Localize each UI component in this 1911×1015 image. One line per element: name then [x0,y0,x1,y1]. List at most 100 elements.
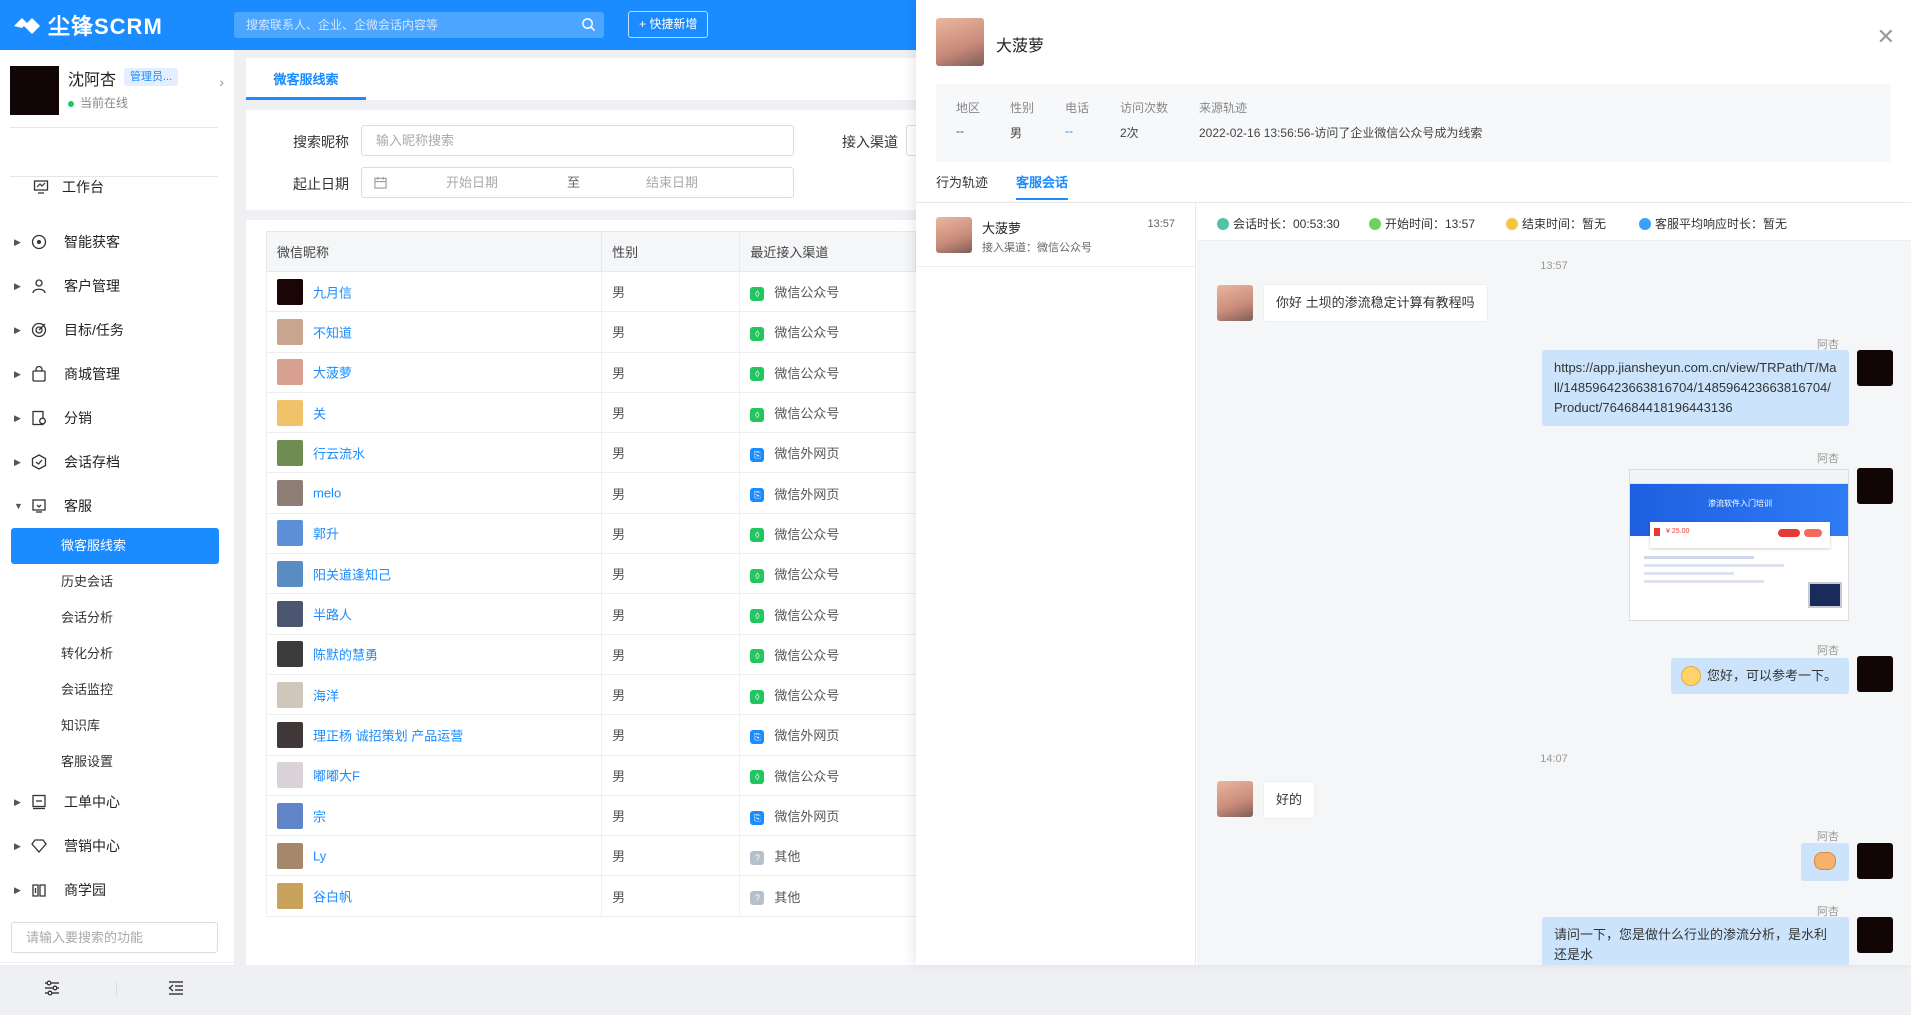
table-row[interactable]: 行云流水 男 ⎘ 微信外网页 [265,432,916,474]
tab-behavior[interactable]: 行为轨迹 [936,172,988,200]
avatar [277,399,303,426]
nickname-link[interactable]: 半路人 [313,608,352,623]
sidebar-sub-leads[interactable]: 微客服线索 [11,528,219,564]
nickname-link[interactable]: 阳关道逢知己 [313,567,391,582]
table-row[interactable]: 理正杨 诚招策划 产品运营 男 ⎘ 微信外网页 [265,714,916,756]
function-search-input[interactable]: 请输入要搜索的功能 [11,922,218,953]
message-bubble: 请问一下，您是做什么行业的渗流分析，是水利还是水 [1542,917,1849,965]
cell-nickname[interactable]: 谷白帆 [265,875,602,917]
table-row[interactable]: 关 男 ◊ 微信公众号 [265,392,916,434]
nickname-link[interactable]: 不知道 [313,325,352,340]
avatar [277,883,303,910]
sidebar-item-mall[interactable]: ▶ 商城管理 [0,352,234,396]
cell-channel: ? 其他 [739,835,916,877]
table-row[interactable]: melo 男 ⎘ 微信外网页 [265,472,916,514]
nickname-link[interactable]: 九月信 [313,285,352,300]
app-logo[interactable]: 尘锋SCRM [12,10,163,40]
cell-nickname[interactable]: 宗 [265,795,602,837]
cell-nickname[interactable]: 海洋 [265,674,602,716]
sidebar-sub-history[interactable]: 历史会话 [0,564,234,600]
table-row[interactable]: 阳关道逢知己 男 ◊ 微信公众号 [265,553,916,595]
nickname-link[interactable]: 谷白帆 [313,890,352,905]
nickname-link[interactable]: 郭升 [313,527,339,542]
date-range-picker[interactable]: 开始日期 至 结束日期 [361,167,794,198]
table-row[interactable]: 宗 男 ⎘ 微信外网页 [265,795,916,837]
tab-service-chat[interactable]: 客服会话 [1016,172,1069,200]
message-link[interactable]: https://app.jiansheyun.com.cn/view/TRPat… [1542,350,1849,426]
sidebar-item-customers[interactable]: ▶ 客户管理 [0,264,234,308]
column-header-channel[interactable]: 最近接入渠道 [739,231,916,272]
sidebar-sub-settings[interactable]: 客服设置 [0,744,234,780]
table-row[interactable]: 半路人 男 ◊ 微信公众号 [265,593,916,635]
nickname-link[interactable]: 宗 [313,809,326,824]
sidebar-item-acquire[interactable]: ▶ 智能获客 [0,220,234,264]
cell-nickname[interactable]: 行云流水 [265,432,602,474]
nickname-link[interactable]: 陈默的慧勇 [313,648,378,663]
tab-leads[interactable]: 微客服线索 [246,58,366,100]
table-row[interactable]: 九月信 男 ◊ 微信公众号 [265,271,916,313]
nickname-link[interactable]: 关 [313,406,326,421]
cell-nickname[interactable]: Ly [265,835,602,877]
close-icon[interactable]: ✕ [1877,26,1895,48]
nickname-link[interactable]: 行云流水 [313,446,365,461]
cell-nickname[interactable]: 不知道 [265,311,602,353]
sidebar-sub-monitor[interactable]: 会话监控 [0,672,234,708]
conversation-name: 大菠萝 [982,221,1022,236]
start-date-input[interactable]: 开始日期 [446,168,498,197]
avatar [1217,781,1253,817]
cell-nickname[interactable]: melo [265,472,602,514]
column-header-nickname[interactable]: 微信昵称 [265,231,603,272]
sidebar-sub-knowledge[interactable]: 知识库 [0,708,234,744]
chevron-right-icon[interactable]: › [219,74,224,90]
table-row[interactable]: 陈默的慧勇 男 ◊ 微信公众号 [265,634,916,675]
nickname-link[interactable]: 大菠萝 [313,366,352,381]
cell-nickname[interactable]: 大菠萝 [265,352,602,393]
cell-nickname[interactable]: 关 [265,392,602,434]
collapse-menu-icon[interactable] [168,980,184,996]
sliders-icon[interactable] [44,980,60,996]
table-row[interactable]: 谷白帆 男? 其他 [265,875,916,917]
table-row[interactable]: 海洋 男 ◊ 微信公众号 [265,674,916,716]
cell-nickname[interactable]: 理正杨 诚招策划 产品运营 [265,714,602,756]
nickname-link[interactable]: 嘟嘟大F [313,769,360,784]
sidebar-item-workbench[interactable]: 工作台 [0,165,234,209]
avatar [277,278,303,305]
table-row[interactable]: 大菠萝 男 ◊ 微信公众号 [265,352,916,393]
sidebar-item-goals[interactable]: ▶ 目标/任务 [0,308,234,352]
cell-nickname[interactable]: 半路人 [265,593,602,635]
nickname-link[interactable]: 理正杨 诚招策划 产品运营 [313,728,463,743]
table-row[interactable]: Ly 男? 其他 [265,835,916,877]
cell-nickname[interactable]: 嘟嘟大F [265,755,602,796]
cell-nickname[interactable]: 阳关道逢知己 [265,553,602,595]
table-row[interactable]: 郭升 男 ◊ 微信公众号 [265,513,916,555]
sidebar-item-tickets[interactable]: ▶ 工单中心 [0,780,234,824]
sidebar-item-distribution[interactable]: ▶ 分销 [0,396,234,440]
nickname-search-input[interactable]: 输入昵称搜索 [361,125,794,156]
quick-new-button[interactable]: + 快捷新增 [628,11,709,38]
sidebar-item-archive[interactable]: ▶ 会话存档 [0,440,234,484]
sidebar-sub-session-analysis[interactable]: 会话分析 [0,600,234,636]
nickname-link[interactable]: 海洋 [313,688,339,703]
nickname-link[interactable]: melo [313,486,341,501]
user-card[interactable]: 沈阿杏 管理员... 当前在线 › [10,66,224,116]
table-row[interactable]: 不知道 男 ◊ 微信公众号 [265,311,916,353]
cell-nickname[interactable]: 郭升 [265,513,602,555]
end-date-input[interactable]: 结束日期 [646,168,698,197]
sidebar-item-academy[interactable]: ▶ 商学园 [0,868,234,912]
leads-table-container: 微信昵称 性别 最近接入渠道 九月信男 ◊ 微信公众号 不知道男 ◊ 微信公众号 大菠萝男 ◊… [246,220,916,965]
table-row[interactable]: 嘟嘟大F 男 ◊ 微信公众号 [265,755,916,796]
cell-nickname[interactable]: 九月信 [265,271,602,313]
sidebar-item-marketing[interactable]: ▶ 营销中心 [0,824,234,868]
nickname-link[interactable]: Ly [313,848,326,863]
cell-channel: ◊ 微信公众号 [739,311,916,353]
sidebar-item-service[interactable]: ▼ 客服 [0,484,234,528]
cell-channel: ◊ 微信公众号 [739,634,916,675]
cell-nickname[interactable]: 陈默的慧勇 [265,634,602,675]
message-bubble: 好的 [1263,781,1316,819]
conversation-item[interactable]: 大菠萝 接入渠道：微信公众号 13:57 [916,203,1195,267]
column-header-gender[interactable]: 性别 [601,231,741,272]
search-icon[interactable] [581,17,596,32]
global-search-input[interactable]: 搜索联系人、企业、企微会话内容等 [234,12,604,38]
sidebar-sub-conversion-analysis[interactable]: 转化分析 [0,636,234,672]
image-message[interactable]: 渗流软件入门培训 ¥ 25.00 [1629,469,1849,621]
